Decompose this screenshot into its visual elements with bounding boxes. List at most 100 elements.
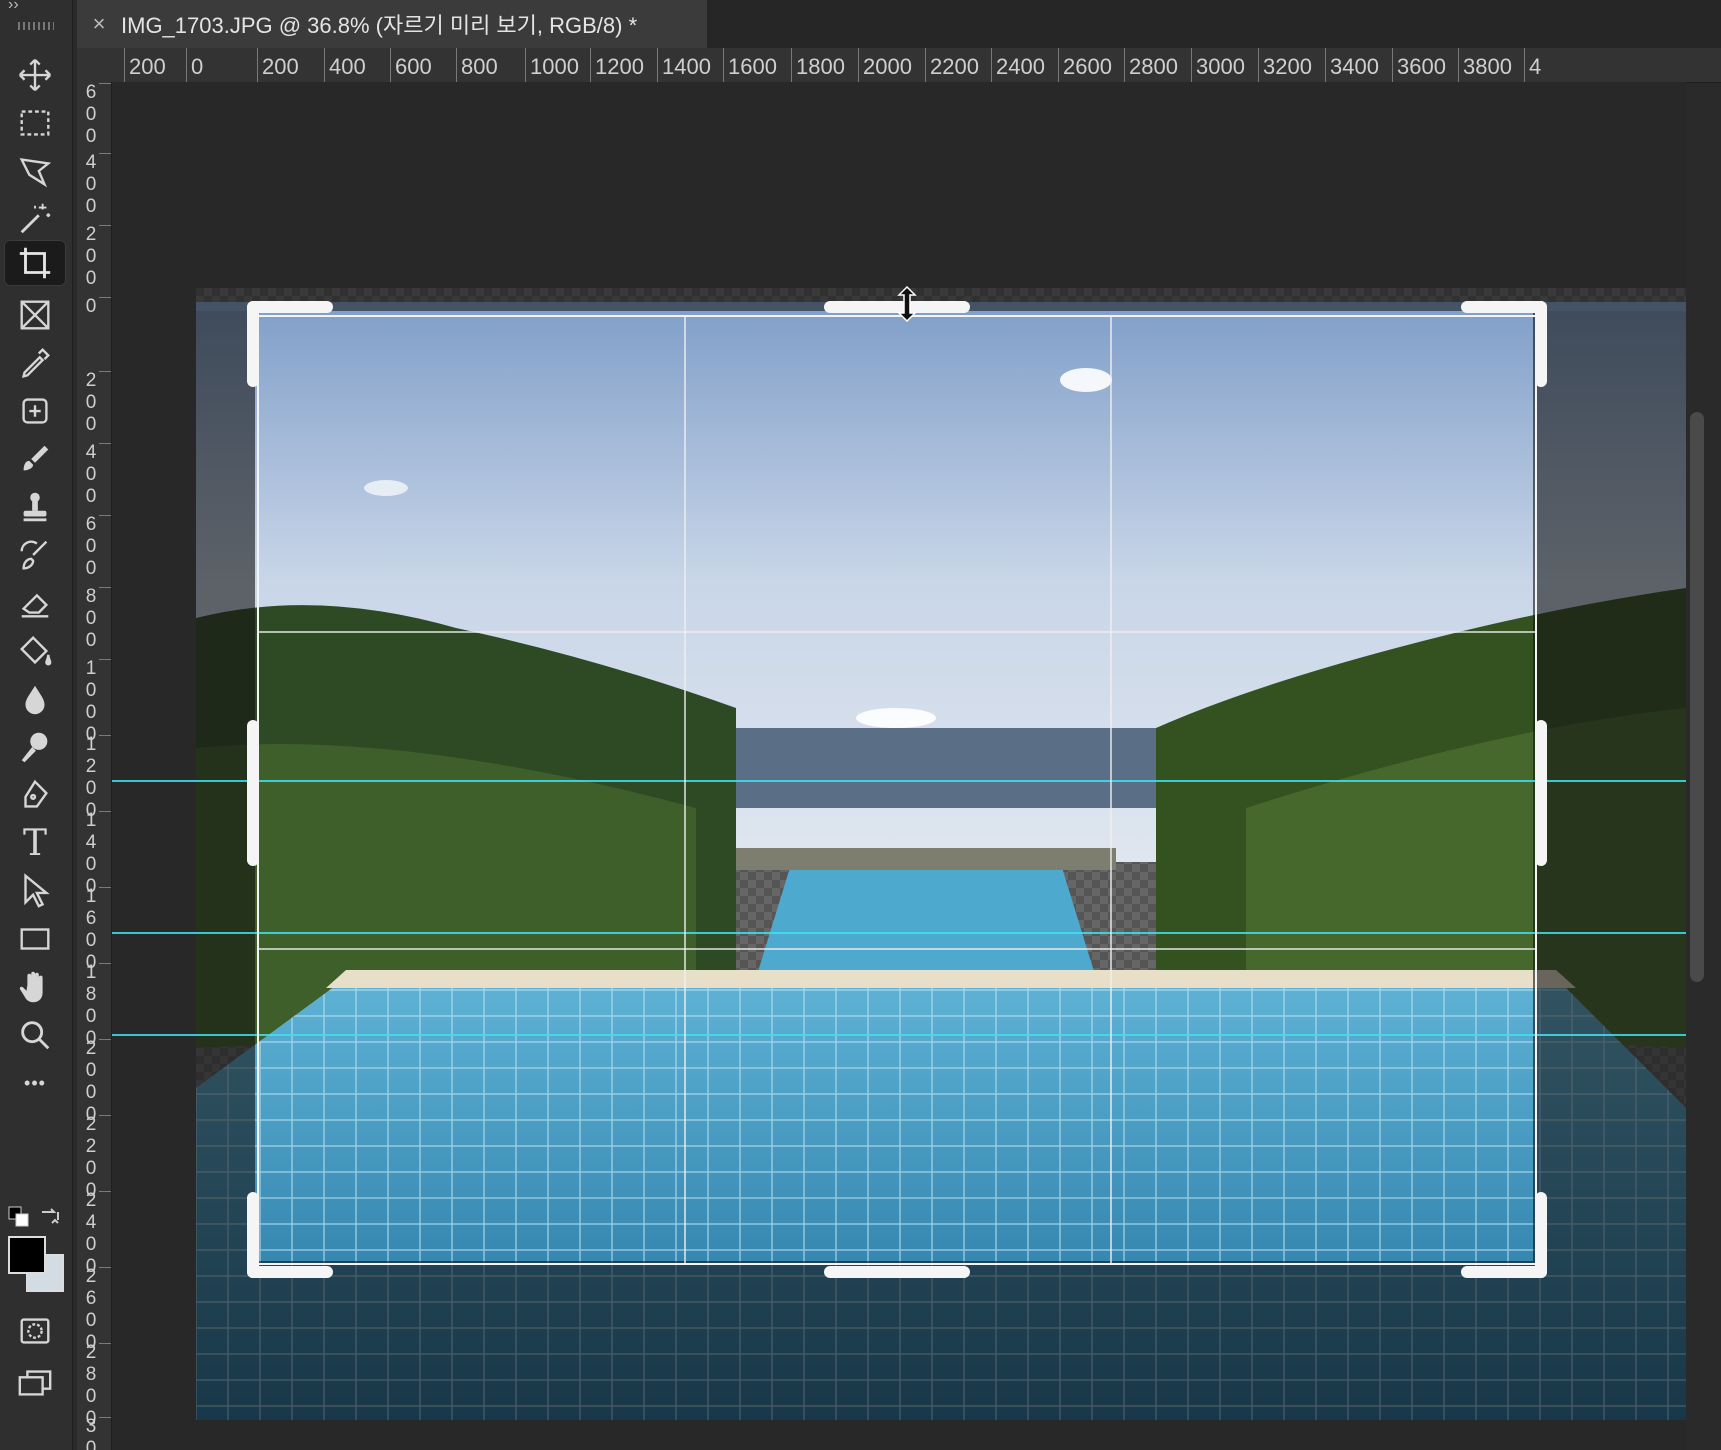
foreground-color-swatch[interactable] (8, 1236, 46, 1274)
polygonal-lasso-icon (19, 158, 52, 188)
ruler-tick (1458, 48, 1459, 82)
ruler-tick (791, 48, 792, 82)
ruler-tick (1058, 48, 1059, 82)
ruler-label: 2 4 0 0 (85, 1190, 97, 1277)
ruler-tick (657, 48, 658, 82)
frame-tool[interactable] (4, 292, 66, 338)
ruler-label: 3000 (1196, 54, 1245, 79)
vertical-scrollbar[interactable] (1690, 412, 1704, 982)
default-colors-icon[interactable] (8, 1206, 30, 1228)
crop-handle-bottom-left[interactable] (247, 1192, 259, 1278)
ruler-tick (99, 1039, 111, 1040)
crop-handle-bottom-right[interactable] (1535, 1192, 1547, 1278)
crop-grid-line (1110, 317, 1112, 1263)
ruler-label: 2 0 0 0 (85, 1038, 97, 1125)
paint-bucket-tool[interactable] (4, 628, 66, 674)
ruler-tick (99, 153, 111, 154)
ruler-label: 2 6 0 0 (85, 1266, 97, 1353)
ruler-tick (99, 1343, 111, 1344)
quick-mask-button[interactable] (4, 1308, 66, 1354)
crop-grid-line (259, 631, 1535, 633)
crop-grid-line (259, 948, 1535, 950)
move-tool[interactable] (4, 52, 66, 98)
ruler-label: 8 0 0 (85, 586, 97, 651)
move-icon (18, 58, 52, 92)
crop-handle-left[interactable] (247, 720, 259, 866)
ruler-tick (324, 48, 325, 82)
more-icon: ••• (24, 1072, 46, 1093)
crop-handle-bottom-left[interactable] (247, 1266, 333, 1278)
ruler-tick (99, 83, 111, 84)
ruler-label: 1 0 0 0 (85, 658, 97, 745)
magic-wand-tool[interactable] (4, 196, 66, 242)
ruler-tick (99, 515, 111, 516)
ruler-tick (723, 48, 724, 82)
ruler-tick (1392, 48, 1393, 82)
rectangular-marquee-icon (20, 110, 50, 136)
ruler-label: 4 0 0 (85, 442, 97, 507)
crop-tool[interactable] (4, 240, 66, 286)
blur-tool[interactable] (4, 676, 66, 722)
ruler-tick (99, 1115, 111, 1116)
pen-tool[interactable] (4, 772, 66, 818)
crop-box[interactable] (257, 315, 1537, 1265)
rectangle-tool[interactable] (4, 916, 66, 962)
ruler-tick (99, 225, 111, 226)
eyedropper-tool[interactable] (4, 340, 66, 386)
ruler-tick (1325, 48, 1326, 82)
ruler-label: 2200 (930, 54, 979, 79)
ruler-label: 3600 (1397, 54, 1446, 79)
ruler-label: 2800 (1129, 54, 1178, 79)
crop-handle-bottom[interactable] (824, 1266, 970, 1278)
eraser-tool[interactable] (4, 580, 66, 626)
ruler-tick (99, 297, 111, 298)
type-icon: T (22, 822, 47, 864)
panel-expand-icon[interactable]: ›› (8, 0, 19, 14)
document-tab[interactable]: × IMG_1703.JPG @ 36.8% (자르기 미리 보기, RGB/8… (77, 0, 707, 48)
eyedropper-icon (21, 348, 50, 378)
ruler-tick (1191, 48, 1192, 82)
document-tab-title: IMG_1703.JPG @ 36.8% (자르기 미리 보기, RGB/8) … (121, 13, 638, 38)
ruler-tick (99, 1417, 111, 1418)
lasso-tool[interactable] (4, 148, 66, 194)
ruler-tick (858, 48, 859, 82)
ruler-tick (99, 963, 111, 964)
crop-grid-line (684, 317, 686, 1263)
ruler-label: 3 0 0 (85, 1416, 97, 1450)
ruler-label: 3200 (1263, 54, 1312, 79)
crop-handle-top-left[interactable] (247, 301, 333, 313)
tools-panel: ›› T ••• (0, 0, 73, 1450)
crop-handle-top-left[interactable] (247, 301, 259, 387)
hand-tool[interactable] (4, 964, 66, 1010)
ruler-label: 1000 (530, 54, 579, 79)
ruler-label: 200 (129, 54, 166, 79)
zoom-tool[interactable] (4, 1012, 66, 1058)
horizontal-ruler[interactable]: 200 0 200 400 600 800 1000 1200 1400 1600 1800 2000… (77, 48, 1721, 83)
close-tab-icon[interactable]: × (77, 11, 121, 37)
clone-stamp-icon (23, 492, 47, 522)
stamp-tool[interactable] (4, 484, 66, 530)
panel-grip[interactable] (18, 22, 54, 30)
brush-icon (23, 445, 49, 471)
ruler-tick (186, 48, 187, 82)
crop-handle-top-right[interactable] (1535, 301, 1547, 387)
ruler-label: 0 (85, 296, 97, 317)
ruler-tick (99, 1267, 111, 1268)
spot-healing-tool[interactable] (4, 388, 66, 434)
frame-icon (20, 300, 50, 330)
ruler-label: 2 0 0 (85, 370, 97, 435)
ruler-label: 4 0 0 (85, 152, 97, 217)
dodge-tool[interactable] (4, 724, 66, 770)
swap-colors-icon[interactable] (38, 1204, 62, 1228)
path-selection-tool[interactable] (4, 868, 66, 914)
crop-handle-right[interactable] (1535, 720, 1547, 866)
ruler-label: 1600 (728, 54, 777, 79)
magic-wand-icon (20, 203, 51, 234)
history-brush-tool[interactable] (4, 532, 66, 578)
screen-mode-button[interactable] (4, 1360, 66, 1406)
marquee-tool[interactable] (4, 100, 66, 146)
brush-tool[interactable] (4, 436, 66, 482)
type-tool[interactable]: T (4, 820, 66, 866)
vertical-ruler[interactable]: 6 0 0 4 0 0 2 0 0 0 2 0 0 4 0 0 6 0 0 8 0 0 1 0 … (77, 82, 112, 1450)
more-tools[interactable]: ••• (4, 1060, 66, 1106)
